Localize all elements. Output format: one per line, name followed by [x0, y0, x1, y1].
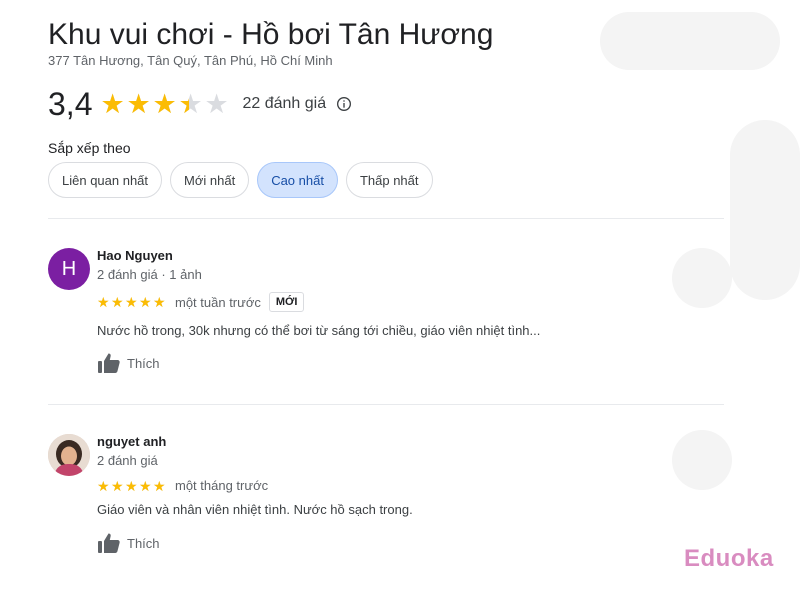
thumbs-up-icon [98, 533, 120, 553]
star-icon: ★★ [111, 477, 124, 494]
user-photo-icon [48, 434, 90, 476]
divider [48, 218, 724, 219]
sort-chip-lowest[interactable]: Thấp nhất [345, 162, 433, 198]
sort-chip-newest[interactable]: Mới nhất [170, 162, 250, 198]
place-address: 377 Tân Hương, Tân Quý, Tân Phú, Hồ Chí … [48, 53, 333, 68]
review-stars: ★ ★ ★ ★ ★ ★ ★ ★ ★ ★ [97, 479, 167, 493]
like-button[interactable]: Thích [97, 532, 160, 554]
review-date: một tháng trước [175, 478, 269, 493]
review-rating-row: ★ ★ ★ ★ ★ ★ ★ ★ ★ ★ một tuần trước MỚI [97, 292, 305, 312]
star-icon: ★★ [152, 88, 177, 119]
rating-value: 3,4 [48, 85, 93, 122]
like-label: Thích [127, 535, 160, 551]
review-meta: 2 đánh giá · 1 ảnh [97, 267, 202, 282]
background-blob [600, 12, 780, 70]
star-icon: ★★ [97, 477, 110, 494]
review-text: Giáo viên và nhân viên nhiệt tình. Nước … [97, 502, 413, 517]
thumbs-up-icon [98, 353, 120, 373]
star-icon: ★★ [126, 88, 151, 119]
star-icon: ★★ [111, 294, 124, 310]
review-meta: 2 đánh giá [97, 453, 158, 468]
review-item: nguyet anh 2 đánh giá ★ ★ ★ ★ ★ ★ ★ ★ ★ ★ một thá… [48, 434, 728, 564]
like-button[interactable]: Thích [97, 352, 160, 374]
avatar[interactable]: H [48, 248, 90, 290]
review-author[interactable]: Hao Nguyen [97, 248, 173, 263]
review-item: H Hao Nguyen 2 đánh giá · 1 ảnh ★ ★ ★ ★ ★ ★ ★ ★… [48, 248, 728, 378]
star-icon: ★★ [139, 294, 152, 310]
star-icon: ★★ [125, 294, 138, 310]
like-label: Thích [127, 355, 160, 371]
review-author[interactable]: nguyet anh [97, 434, 166, 449]
rating-summary: 3,4 ★★★★★★★★★★ 22 đánh giá [48, 84, 352, 124]
star-icon: ★★ [153, 477, 166, 494]
place-title: Khu vui chơi - Hồ bơi Tân Hương [48, 18, 494, 51]
review-stars: ★ ★ ★ ★ ★ ★ ★ ★ ★ ★ [97, 295, 167, 309]
star-icon: ★★ [125, 477, 138, 494]
star-icon: ★★ [97, 294, 110, 310]
star-icon: ★★ [153, 294, 166, 310]
review-count[interactable]: 22 đánh giá [242, 95, 326, 113]
star-icon: ★★ [204, 88, 229, 119]
review-rating-row: ★ ★ ★ ★ ★ ★ ★ ★ ★ ★ một tháng trước [97, 478, 268, 493]
review-text: Nước hồ trong, 30k nhưng có thể bơi từ s… [97, 323, 541, 338]
avatar[interactable] [48, 434, 90, 476]
star-icon: ★★ [100, 88, 125, 119]
review-date: một tuần trước [175, 294, 261, 310]
watermark-logo: Eduoka [684, 545, 774, 572]
rating-stars: ★★★★★★★★★★ [100, 88, 230, 119]
sort-chip-relevant[interactable]: Liên quan nhất [48, 162, 163, 198]
new-badge: MỚI [268, 292, 305, 312]
info-icon[interactable] [336, 96, 352, 112]
sort-chips: Liên quan nhất Mới nhất Cao nhất Thấp nh… [48, 162, 433, 198]
divider [48, 404, 724, 405]
sort-chip-highest[interactable]: Cao nhất [257, 162, 338, 198]
sort-label: Sắp xếp theo [48, 140, 131, 156]
background-blob [730, 120, 800, 300]
star-icon: ★★ [139, 477, 152, 494]
star-icon: ★★ [178, 88, 203, 119]
